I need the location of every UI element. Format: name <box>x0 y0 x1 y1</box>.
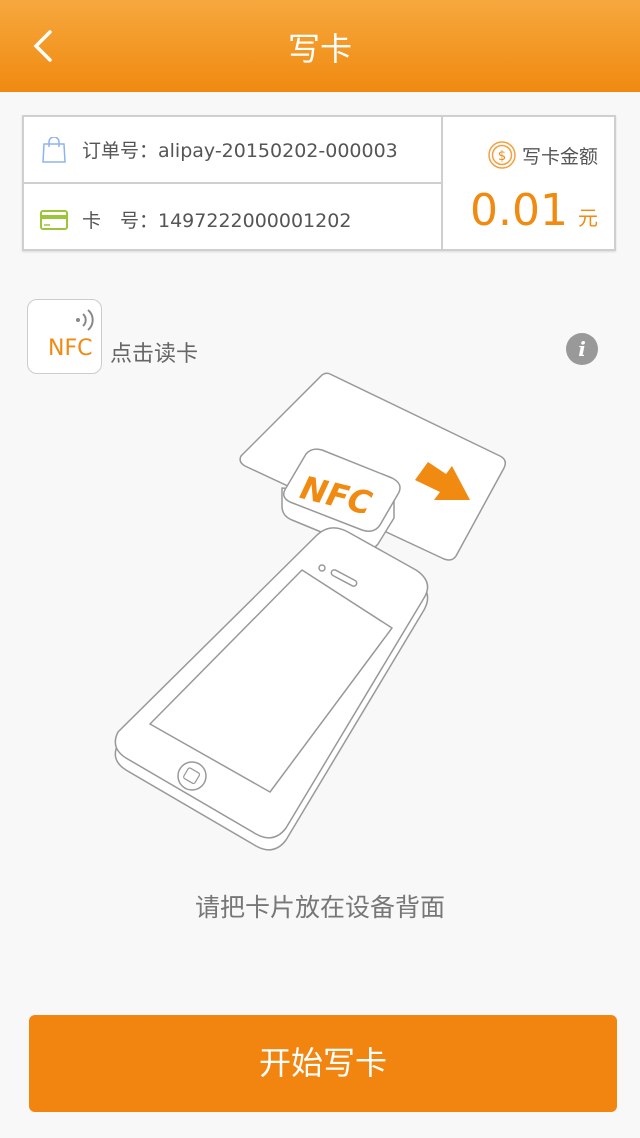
shopping-bag-icon <box>42 136 66 163</box>
camera <box>318 564 326 572</box>
start-write-button[interactable]: 开始写卡 <box>29 1015 617 1112</box>
home-button <box>177 761 207 791</box>
amount-value: 0.01 元 <box>470 185 598 236</box>
order-number-row: 订单号：alipay-20150202-000003 <box>24 117 442 184</box>
order-number: 订单号：alipay-20150202-000003 <box>82 140 398 162</box>
card-number: 卡 号：1497222000001202 <box>82 210 352 232</box>
credit-card-icon <box>40 209 68 230</box>
page-title: 写卡 <box>287 30 352 68</box>
amount-label: $ 写卡金额 <box>488 141 598 169</box>
amount-number: 0.01 <box>470 185 568 236</box>
header: 写卡 <box>0 0 640 92</box>
wireless-signal-icon <box>76 309 94 331</box>
placement-hint: 请把卡片放在设备背面 <box>194 893 445 922</box>
order-info-card: 订单号：alipay-20150202-000003 卡 号：149722200… <box>22 115 616 251</box>
card-number-row: 卡 号：1497222000001202 <box>24 186 442 253</box>
nfc-badge-text: NFC <box>48 336 93 361</box>
nfc-illustration: NFC <box>114 372 507 851</box>
amount-label-text: 写卡金额 <box>521 145 598 168</box>
amount-unit: 元 <box>578 206 598 230</box>
svg-text:$: $ <box>498 149 506 164</box>
coin-icon: $ <box>488 141 516 169</box>
divider <box>441 117 443 249</box>
